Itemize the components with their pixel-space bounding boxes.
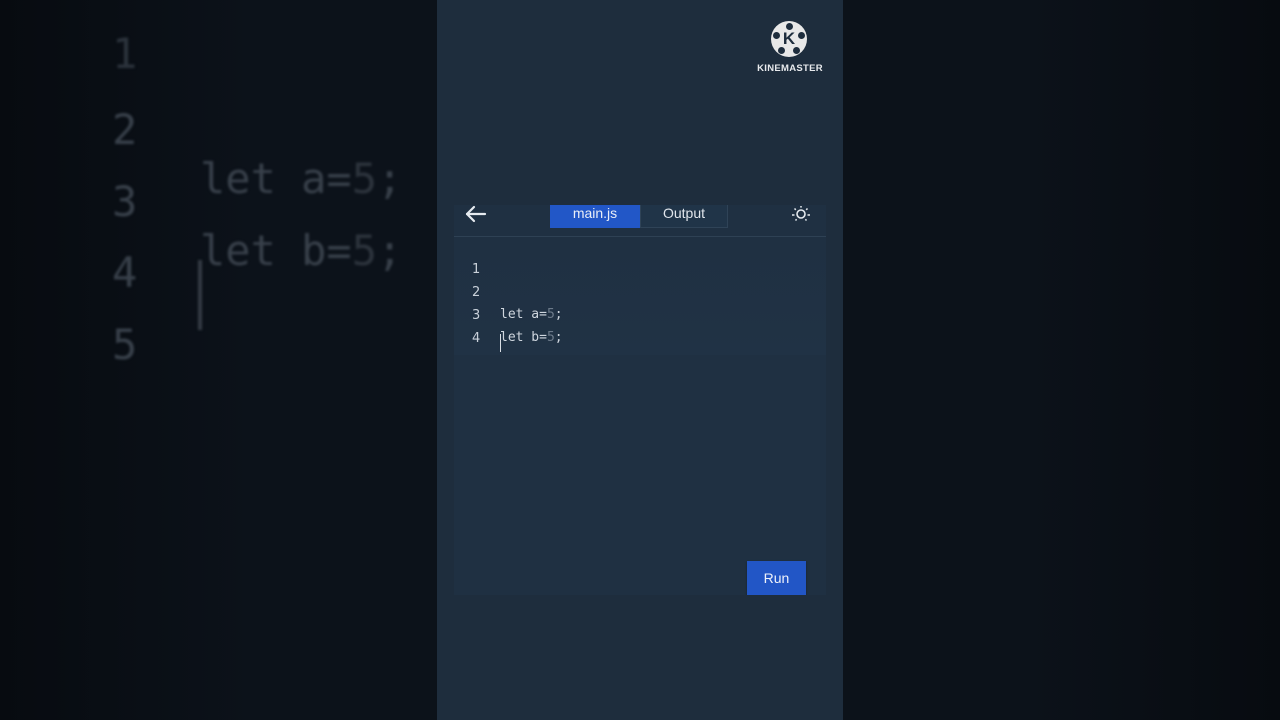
- bg-code-semicolon: ;: [377, 226, 403, 275]
- video-frame: 1 2 let a=5; 3 let b=5; 4 5 K KINEMASTER: [0, 0, 1280, 720]
- code-line: 4: [454, 306, 826, 346]
- bg-code-text: let a=5;: [200, 154, 402, 203]
- code-line: 3 let b=5;: [454, 283, 826, 345]
- code-input-area[interactable]: 1 2 let a=5; 3 let b=5; 4 5: [454, 237, 826, 369]
- tab-main-js[interactable]: main.js: [550, 205, 640, 228]
- background-code-zoom: 1 2 let a=5; 3 let b=5; 4 5: [0, 0, 437, 720]
- bg-code-keyword: let b=: [200, 226, 352, 275]
- bg-code-line: 4: [0, 199, 152, 297]
- bg-code-line: 1: [0, 0, 152, 78]
- bg-code-text: let b=5;: [200, 226, 402, 275]
- code-editor: main.js Output 1 2 let a=5; 3 let b=5; 4…: [454, 205, 826, 595]
- tab-output[interactable]: Output: [640, 205, 728, 228]
- bg-code-value: 5: [351, 226, 378, 275]
- code-line: 1: [454, 237, 826, 277]
- run-button[interactable]: Run: [747, 561, 806, 595]
- bg-code-value: 5: [351, 154, 378, 203]
- bg-code-line: 3 let b=5;: [0, 128, 402, 275]
- watermark-text: KINEMASTER: [757, 63, 823, 74]
- code-line: 2 let a=5;: [454, 260, 826, 322]
- bg-line-number: 5: [112, 320, 138, 369]
- bg-code-keyword: let a=: [200, 154, 352, 203]
- kinemaster-logo-icon: K: [771, 21, 807, 57]
- logo-letter: K: [782, 29, 796, 48]
- bg-code-semicolon: ;: [377, 154, 403, 203]
- bg-text-cursor: [198, 260, 202, 330]
- sun-icon[interactable]: [789, 205, 813, 225]
- code-line: 5: [454, 329, 826, 369]
- kinemaster-watermark: K KINEMASTER: [756, 20, 824, 80]
- bg-code-line: 5: [0, 271, 152, 369]
- arrow-left-icon[interactable]: [464, 205, 488, 225]
- editor-toolbar: main.js Output: [454, 205, 826, 237]
- text-caret: [500, 334, 501, 352]
- bg-code-line: 2 let a=5;: [0, 56, 402, 203]
- editor-empty-area[interactable]: [454, 355, 826, 595]
